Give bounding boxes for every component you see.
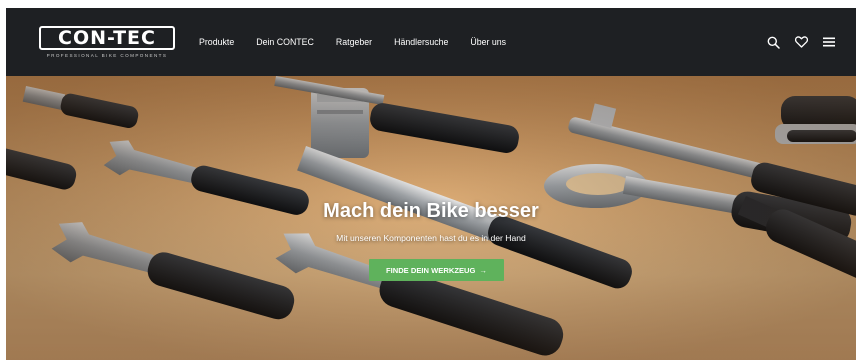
hero-title: Mach dein Bike besser [323, 200, 539, 222]
arrow-right-icon: → [479, 265, 488, 275]
nav-item-haendlersuche[interactable]: Händlersuche [394, 37, 448, 47]
main-navigation: Produkte Dein CONTEC Ratgeber Händlersuc… [199, 8, 506, 76]
logo-wordmark: CON-TEC [39, 26, 175, 50]
menu-icon[interactable] [822, 35, 836, 49]
logo-tagline: PROFESSIONAL BIKE COMPONENTS [46, 53, 168, 58]
contec-logo[interactable]: CON-TEC PROFESSIONAL BIKE COMPONENTS [39, 26, 175, 60]
page-frame: CON-TEC PROFESSIONAL BIKE COMPONENTS Pro… [6, 8, 856, 360]
site-header: CON-TEC PROFESSIONAL BIKE COMPONENTS Pro… [6, 8, 856, 76]
nav-item-produkte[interactable]: Produkte [199, 37, 234, 47]
search-icon[interactable] [766, 35, 780, 49]
find-tool-button[interactable]: FINDE DEIN WERKZEUG → [369, 259, 504, 281]
cta-label: FINDE DEIN WERKZEUG [385, 265, 476, 275]
nav-item-ratgeber[interactable]: Ratgeber [336, 37, 372, 47]
hero-section: Mach dein Bike besser Mit unseren Kompon… [6, 76, 856, 360]
nav-item-dein-contec[interactable]: Dein CONTEC [256, 37, 314, 47]
header-icons [766, 8, 836, 76]
hero-subtitle: Mit unseren Komponenten hast du es in de… [336, 233, 526, 243]
heart-icon[interactable] [794, 35, 808, 49]
nav-item-ueber-uns[interactable]: Über uns [470, 37, 506, 47]
